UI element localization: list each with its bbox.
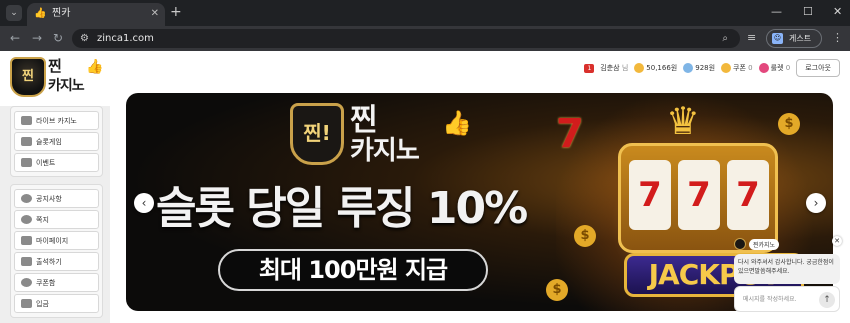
forward-arrow-icon[interactable]: → [32,30,42,46]
banner-logo-text-2: 카지노 [350,136,420,166]
guest-avatar-icon: ☺ [772,33,783,44]
dollar-coin-icon: $ [778,113,800,135]
chat-input-placeholder: 메시지를 작성하세요. [743,296,797,303]
sidebar-group-games: 라이브 카지노 슬롯게임 이벤트 [10,106,103,177]
chat-close-icon[interactable]: ✕ [832,236,842,246]
sidebar-item-attendance[interactable]: 출석하기 [14,252,99,271]
guest-profile-button[interactable]: ☺ 게스트(4) [766,29,822,60]
level-badge: 1 [584,63,595,73]
url-text[interactable]: zinca1.com [97,32,154,45]
back-arrow-icon[interactable]: ← [10,30,20,46]
banner-thumbs-up-icon: 👍 [442,109,472,137]
user-icon [21,236,32,245]
seven-symbol-icon: 7 [556,111,584,157]
chat-agent-name: 찐카지노 [749,238,780,250]
dollar-coin-icon: $ [574,225,596,247]
thumbs-up-favicon-icon: 👍 [34,8,47,19]
site-info-icon[interactable]: ⚙ [80,32,89,45]
gift-icon [21,158,32,167]
banner-logo-text-1: 찐 [350,103,378,138]
banner-headline: 슬롯 당일 루징 10% [156,183,528,234]
info-icon [21,194,32,203]
sidebar-item-event[interactable]: 이벤트 [14,153,99,172]
reel-seven-2: 7 [678,160,720,230]
browser-tab-bar: ⌄ 👍 찐카 ✕ + — ☐ ✕ [0,0,850,26]
chat-avatar [734,238,746,250]
page-content: 찐 찐 카지노 👍 1 김춘삼 님 50,166원 928원 쿠폰 0 룰렛 0… [0,51,850,323]
chat-input[interactable]: 메시지를 작성하세요. ↑ [734,286,840,312]
window-close-icon[interactable]: ✕ [833,5,842,19]
username: 김춘삼 님 [600,64,629,72]
logo-text-main: 찐 [48,57,62,75]
tab-title: 찐카 [52,8,71,19]
banner-next-button[interactable]: › [806,193,826,213]
reading-list-icon[interactable]: ≡ [747,31,756,45]
coupon-icon [21,278,32,287]
chat-message: 다시 와주셔서 감사합니다. 궁금한점이 있으면말씀해주세요. [734,254,840,284]
crown-icon: ♛ [666,99,701,143]
browser-toolbar: ← → ↻ ⚙ zinca1.com ⌕ ≡ ☺ 게스트(4) ⋮ [0,26,850,60]
points-display: 928원 [683,63,715,73]
dollar-coin-icon: $ [546,279,568,301]
more-menu-icon[interactable]: ⋮ [832,31,843,45]
tab-search-chevron-icon[interactable]: ⌄ [6,5,22,21]
roulette-icon [758,63,769,73]
banner-prev-button[interactable]: ‹ [134,193,154,213]
sidebar-item-mypage[interactable]: 마이페이지 [14,231,99,250]
site-logo[interactable]: 찐 찐 카지노 👍 [10,55,104,101]
banner-logo: 찐! 찐 카지노 👍 [290,101,472,171]
new-tab-plus-icon[interactable]: + [170,4,182,20]
address-bar[interactable]: ⚙ zinca1.com ⌕ [72,29,740,48]
slot-icon [21,137,32,146]
sidebar-item-slot[interactable]: 슬롯게임 [14,132,99,151]
wallet-icon [21,299,32,308]
calendar-icon [21,257,32,266]
chips-icon [21,116,32,125]
browser-tab[interactable]: 👍 찐카 ✕ [27,3,165,26]
sidebar: 라이브 카지노 슬롯게임 이벤트 공지사항 쪽지 마이페이지 출석하기 쿠폰함 … [0,106,110,323]
thumbs-up-icon: 👍 [86,59,104,75]
sidebar-item-notice[interactable]: 공지사항 [14,189,99,208]
point-icon [683,63,694,73]
coupon-icon [721,63,732,73]
chat-header: 찐카지노 [734,236,834,252]
logo-badge: 찐 [10,57,46,97]
maximize-icon[interactable]: ☐ [803,5,813,19]
tab-close-icon[interactable]: ✕ [151,7,159,21]
sidebar-item-live-casino[interactable]: 라이브 카지노 [14,111,99,130]
coupon-link[interactable]: 쿠폰 0 [721,63,753,73]
logout-button[interactable]: 로그아웃 [796,59,840,77]
roulette-link[interactable]: 룰렛 0 [758,63,790,73]
logo-text-sub: 카지노 [48,78,85,94]
reel-seven-1: 7 [629,160,671,230]
money-display: 50,166원 [634,63,677,73]
reload-icon[interactable]: ↻ [53,30,63,46]
sidebar-group-account: 공지사항 쪽지 마이페이지 출석하기 쿠폰함 입금 [10,184,103,318]
promo-banner[interactable]: 7 ♛ 7 7 7 JACKPOT $ $ $ 찐! 찐 카지노 👍 슬롯 당일… [126,93,833,311]
send-arrow-icon[interactable]: ↑ [819,292,835,308]
reel-seven-3: 7 [727,160,769,230]
user-status-bar: 1 김춘삼 님 50,166원 928원 쿠폰 0 룰렛 0 로그아웃 [584,59,840,77]
coin-icon [634,63,645,73]
banner-logo-badge: 찐! [290,103,344,165]
sidebar-item-deposit[interactable]: 입금 [14,294,99,313]
banner-subline: 최대 100만원 지급 [218,249,488,291]
chat-widget: 찐카지노 ✕ 다시 와주셔서 감사합니다. 궁금한점이 있으면말씀해주세요. 메… [734,236,842,320]
message-icon [21,215,32,224]
zoom-magnifier-icon[interactable]: ⌕ [722,32,728,45]
sidebar-item-message[interactable]: 쪽지 [14,210,99,229]
minimize-icon[interactable]: — [771,5,782,19]
sidebar-item-coupon[interactable]: 쿠폰함 [14,273,99,292]
